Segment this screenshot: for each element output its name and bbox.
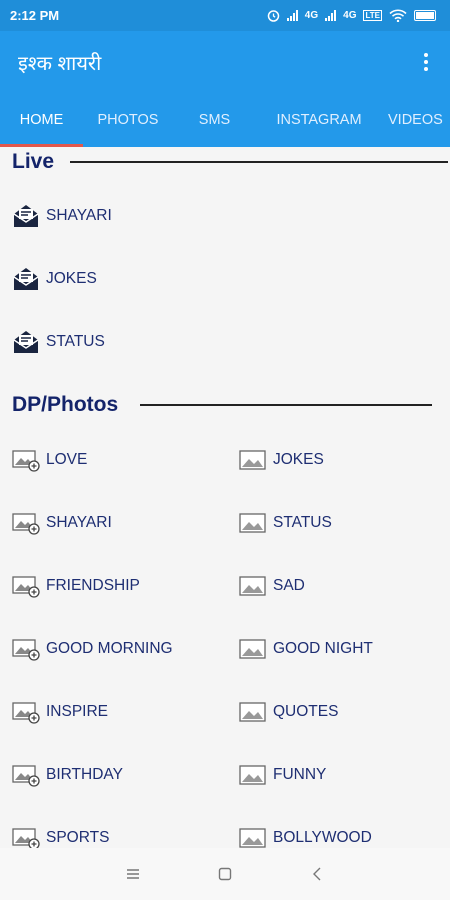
wifi-icon bbox=[389, 9, 407, 22]
system-nav-bar bbox=[0, 848, 450, 900]
photo-item-sports[interactable]: SPORTS bbox=[12, 824, 109, 848]
back-nav-icon[interactable] bbox=[306, 863, 328, 885]
photo-item-shayari[interactable]: SHAYARI bbox=[12, 509, 112, 537]
overflow-menu-icon[interactable] bbox=[418, 47, 434, 77]
photo-item-love[interactable]: LOVE bbox=[12, 446, 87, 474]
item-label: SAD bbox=[273, 577, 305, 594]
signal-icon bbox=[286, 10, 298, 21]
photo-item-status[interactable]: STATUS bbox=[239, 509, 332, 537]
item-label: GOOD NIGHT bbox=[273, 640, 373, 657]
battery-icon bbox=[414, 10, 436, 21]
section-title: DP/Photos bbox=[12, 393, 119, 416]
image-add-icon bbox=[12, 761, 42, 789]
live-item-jokes[interactable]: JOKES bbox=[12, 265, 97, 293]
tab-instagram[interactable]: INSTAGRAM bbox=[256, 93, 382, 147]
image-icon bbox=[239, 635, 269, 663]
section-divider bbox=[70, 161, 449, 163]
item-label: FRIENDSHIP bbox=[46, 577, 140, 594]
image-add-icon bbox=[12, 824, 42, 848]
section-header-photos: DP/Photos bbox=[12, 393, 433, 417]
item-label: BOLLYWOOD bbox=[273, 829, 372, 846]
item-label: SPORTS bbox=[46, 829, 110, 846]
home-content[interactable]: Live SHAYARI JOKES STATUS DP/Photos LOVE… bbox=[0, 147, 450, 848]
section-divider bbox=[140, 404, 433, 406]
image-icon bbox=[239, 698, 269, 726]
image-add-icon bbox=[12, 635, 42, 663]
photo-item-quotes[interactable]: QUOTES bbox=[239, 698, 338, 726]
item-label: SHAYARI bbox=[46, 514, 112, 531]
photo-item-inspire[interactable]: INSPIRE bbox=[12, 698, 108, 726]
network-label-1: 4G bbox=[304, 10, 319, 21]
tab-photos[interactable]: PHOTOS bbox=[83, 93, 173, 147]
item-label: QUOTES bbox=[273, 703, 339, 720]
photo-item-bollywood[interactable]: BOLLYWOOD bbox=[239, 824, 372, 848]
photo-item-good-morning[interactable]: GOOD MORNING bbox=[12, 635, 173, 663]
item-label: SHAYARI bbox=[46, 207, 112, 224]
item-label: JOKES bbox=[46, 270, 97, 287]
image-add-icon bbox=[12, 509, 42, 537]
item-label: FUNNY bbox=[273, 766, 327, 783]
tab-videos[interactable]: VIDEOS bbox=[382, 93, 450, 147]
app-title: इश्क शायरी bbox=[18, 52, 102, 75]
image-add-icon bbox=[12, 446, 42, 474]
item-label: LOVE bbox=[46, 451, 88, 468]
item-label: JOKES bbox=[273, 451, 324, 468]
photo-item-sad[interactable]: SAD bbox=[239, 572, 305, 600]
network-label-2: 4G bbox=[343, 10, 357, 21]
image-add-icon bbox=[12, 698, 42, 726]
photo-item-friendship[interactable]: FRIENDSHIP bbox=[12, 572, 140, 600]
item-label: GOOD MORNING bbox=[46, 640, 173, 657]
tab-sms[interactable]: SMS bbox=[173, 93, 256, 147]
tab-home[interactable]: HOME bbox=[0, 93, 83, 147]
section-title: Live bbox=[12, 150, 55, 173]
status-icons: 4G 4G LTE bbox=[267, 9, 436, 22]
image-icon bbox=[239, 761, 269, 789]
status-time: 2:12 PM bbox=[10, 8, 60, 23]
signal-icon bbox=[325, 10, 337, 21]
image-add-icon bbox=[12, 572, 42, 600]
photo-item-jokes[interactable]: JOKES bbox=[239, 446, 324, 474]
home-nav-icon[interactable] bbox=[214, 863, 236, 885]
tab-bar: HOME PHOTOS SMS INSTAGRAM VIDEOS bbox=[0, 93, 450, 147]
status-bar: 2:12 PM 4G 4G LTE bbox=[0, 0, 450, 31]
image-icon bbox=[239, 824, 269, 848]
section-header-live: Live bbox=[12, 150, 449, 174]
image-icon bbox=[239, 572, 269, 600]
envelope-icon bbox=[12, 202, 42, 230]
live-item-status[interactable]: STATUS bbox=[12, 328, 105, 356]
app-bar: इश्क शायरी bbox=[0, 31, 450, 93]
item-label: STATUS bbox=[273, 514, 332, 531]
photo-item-birthday[interactable]: BIRTHDAY bbox=[12, 761, 123, 789]
live-item-shayari[interactable]: SHAYARI bbox=[12, 202, 112, 230]
image-icon bbox=[239, 509, 269, 537]
item-label: BIRTHDAY bbox=[46, 766, 123, 783]
envelope-icon bbox=[12, 328, 42, 356]
photo-item-funny[interactable]: FUNNY bbox=[239, 761, 326, 789]
image-icon bbox=[239, 446, 269, 474]
item-label: STATUS bbox=[46, 333, 105, 350]
alarm-icon bbox=[267, 10, 280, 22]
photo-item-good-night[interactable]: GOOD NIGHT bbox=[239, 635, 373, 663]
menu-nav-icon[interactable] bbox=[122, 863, 144, 885]
volte-label: LTE bbox=[363, 10, 382, 21]
item-label: INSPIRE bbox=[46, 703, 109, 720]
envelope-icon bbox=[12, 265, 42, 293]
